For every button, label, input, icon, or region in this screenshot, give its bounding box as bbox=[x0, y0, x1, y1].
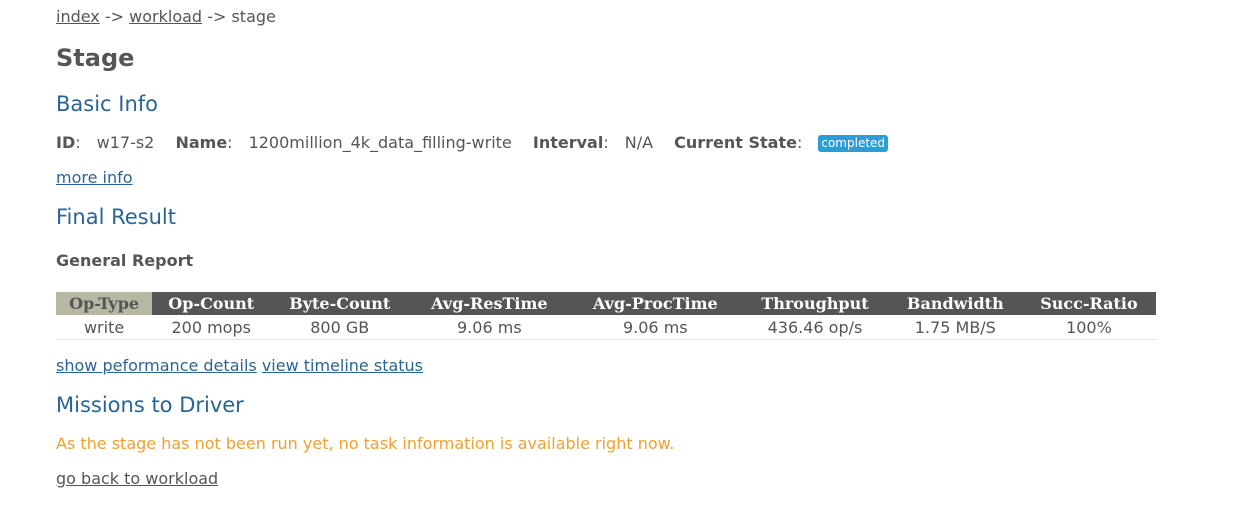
column-header-op-count: Op-Count bbox=[152, 292, 271, 315]
status-badge: completed bbox=[818, 135, 889, 152]
breadcrumb-separator: -> bbox=[207, 7, 227, 26]
breadcrumb-current: stage bbox=[231, 7, 276, 26]
breadcrumb-separator: -> bbox=[104, 7, 125, 26]
timeline-status-link[interactable]: view timeline status bbox=[262, 356, 423, 375]
general-report-table: Op-Type Op-Count Byte-Count Avg-ResTime … bbox=[56, 292, 1156, 340]
table-row: write 200 mops 800 GB 9.06 ms 9.06 ms 43… bbox=[56, 315, 1156, 340]
table-cell-throughput: 436.46 op/s bbox=[741, 315, 889, 340]
table-cell-avg-restime: 9.06 ms bbox=[409, 315, 570, 340]
state-label: Current State bbox=[674, 133, 797, 152]
interval-label: Interval bbox=[532, 133, 604, 152]
id-value: w17-s2 bbox=[96, 133, 155, 152]
report-links: show peformance details view timeline st… bbox=[56, 356, 423, 376]
column-header-avg-proctime: Avg-ProcTime bbox=[569, 292, 742, 315]
table-cell-succ-ratio: 100% bbox=[1021, 315, 1156, 340]
basic-info-heading: Basic Info bbox=[56, 92, 159, 116]
breadcrumb: index -> workload -> stage bbox=[56, 7, 276, 27]
column-header-throughput: Throughput bbox=[741, 292, 889, 315]
final-result-heading: Final Result bbox=[56, 205, 176, 229]
column-header-byte-count: Byte-Count bbox=[270, 292, 410, 315]
table-header-row: Op-Type Op-Count Byte-Count Avg-ResTime … bbox=[56, 292, 1156, 315]
general-report-title: General Report bbox=[56, 251, 194, 270]
page-title: Stage bbox=[56, 44, 135, 72]
column-header-op-type: Op-Type bbox=[56, 292, 153, 315]
basic-info-line: ID: w17-s2 Name: 1200million_4k_data_filli… bbox=[56, 133, 889, 153]
name-value: 1200million_4k_data_filling-write bbox=[248, 133, 512, 152]
table-cell-byte-count: 800 GB bbox=[270, 315, 410, 340]
missions-notice: As the stage has not been run yet, no ta… bbox=[56, 434, 675, 453]
breadcrumb-index-link[interactable]: index bbox=[56, 7, 100, 26]
more-info-link[interactable]: more info bbox=[56, 168, 133, 188]
table-cell-op-type: write bbox=[56, 315, 153, 340]
name-label: Name bbox=[175, 133, 228, 152]
column-header-bandwidth: Bandwidth bbox=[888, 292, 1022, 315]
column-header-avg-restime: Avg-ResTime bbox=[409, 292, 570, 315]
missions-heading: Missions to Driver bbox=[56, 393, 244, 417]
table-cell-op-count: 200 mops bbox=[152, 315, 271, 340]
column-header-succ-ratio: Succ-Ratio bbox=[1021, 292, 1156, 315]
back-to-workload-link[interactable]: go back to workload bbox=[56, 469, 218, 489]
table-cell-bandwidth: 1.75 MB/S bbox=[888, 315, 1022, 340]
interval-value: N/A bbox=[624, 133, 654, 152]
performance-details-link[interactable]: show peformance details bbox=[56, 356, 257, 375]
stage-page: index -> workload -> stage Stage Basic I… bbox=[0, 0, 1242, 531]
breadcrumb-workload-link[interactable]: workload bbox=[129, 7, 202, 26]
table-cell-avg-proctime: 9.06 ms bbox=[569, 315, 742, 340]
id-label: ID bbox=[56, 133, 76, 152]
